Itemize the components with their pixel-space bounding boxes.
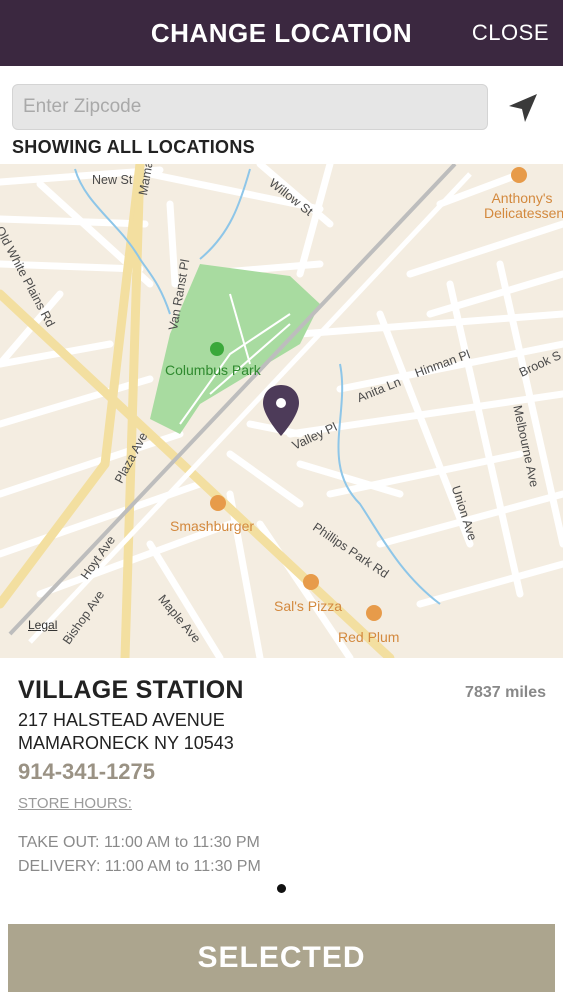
zipcode-input[interactable] bbox=[12, 84, 488, 130]
delivery-hours: DELIVERY: 11:00 AM to 11:30 PM bbox=[18, 858, 261, 875]
address-line-1: 217 HALSTEAD AVENUE bbox=[18, 710, 225, 730]
selected-button[interactable]: SELECTED bbox=[8, 924, 555, 992]
location-arrow-icon[interactable] bbox=[506, 91, 540, 125]
restaurant-icon bbox=[366, 605, 382, 621]
close-button[interactable]: CLOSE bbox=[472, 20, 549, 46]
header-bar: CHANGE LOCATION CLOSE bbox=[0, 0, 563, 66]
restaurant-icon bbox=[210, 495, 226, 511]
showing-all-locations-label: SHOWING ALL LOCATIONS bbox=[12, 137, 255, 157]
store-distance: 7837 miles bbox=[465, 684, 546, 701]
pizza-icon bbox=[303, 574, 319, 590]
store-phone-link[interactable]: 914-341-1275 bbox=[18, 759, 548, 785]
restaurant-icon bbox=[511, 167, 527, 183]
poi-label-smashburger: Smashburger bbox=[170, 518, 255, 534]
page-indicator-dot bbox=[277, 884, 286, 893]
park-label: Columbus Park bbox=[165, 362, 261, 378]
search-row bbox=[12, 84, 552, 130]
poi-label-red-plum: Red Plum bbox=[338, 629, 400, 645]
page-title: CHANGE LOCATION bbox=[150, 17, 413, 48]
map-street-label: New St bbox=[92, 173, 133, 187]
map-canvas bbox=[0, 164, 563, 658]
map-view[interactable]: New St Mamaroneck Willow St Old White Pl… bbox=[0, 164, 563, 658]
address-line-2: MAMARONECK NY 10543 bbox=[18, 733, 234, 753]
store-info: VILLAGE STATION 7837 miles 217 HALSTEAD … bbox=[18, 676, 548, 879]
poi-label-anthonys: Anthony's Delicatessen bbox=[484, 190, 563, 221]
map-legal-link[interactable]: Legal bbox=[28, 618, 57, 632]
park-icon bbox=[210, 342, 224, 356]
store-hours-link[interactable]: STORE HOURS: bbox=[18, 795, 132, 812]
poi-label-sals-pizza: Sal's Pizza bbox=[274, 598, 343, 614]
take-out-hours: TAKE OUT: 11:00 AM to 11:30 PM bbox=[18, 834, 260, 851]
